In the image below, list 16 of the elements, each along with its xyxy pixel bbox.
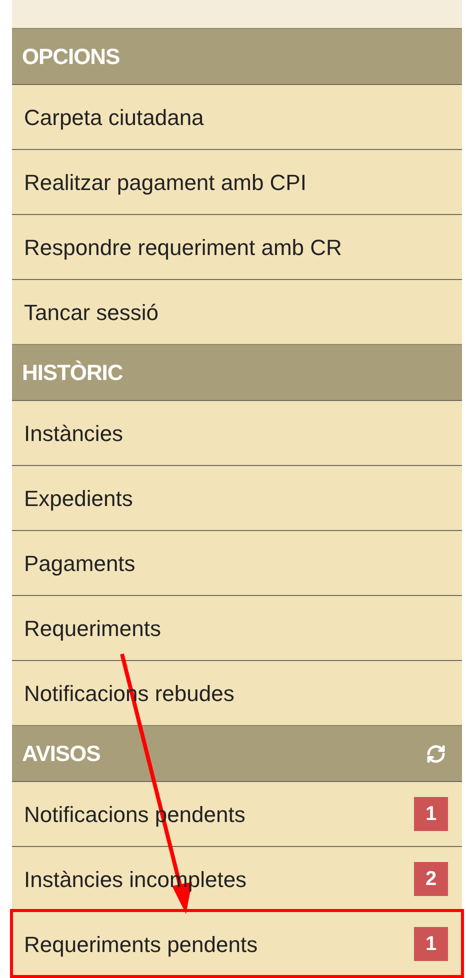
section-title: AVISOS [22,740,100,768]
menu-item[interactable]: Requeriments pendents 1 [12,911,462,976]
menu-item[interactable]: Requeriments [12,595,462,660]
refresh-icon[interactable] [426,744,446,764]
count-badge: 1 [414,927,448,961]
menu-item[interactable]: Carpeta ciutadana [12,84,462,149]
menu-item[interactable]: Realitzar pagament amb CPI [12,149,462,214]
menu-item[interactable]: Instàncies [12,400,462,465]
menu-item[interactable]: Tancar sessió [12,279,462,344]
menu-item[interactable]: Respondre requeriment amb CR [12,214,462,279]
section-title: OPCIONS [22,43,120,71]
menu-item[interactable]: Pagaments [12,530,462,595]
count-badge: 2 [414,862,448,896]
section-title: HISTÒRIC [22,359,123,387]
count-badge: 1 [414,797,448,831]
menu-item[interactable]: Expedients [12,465,462,530]
